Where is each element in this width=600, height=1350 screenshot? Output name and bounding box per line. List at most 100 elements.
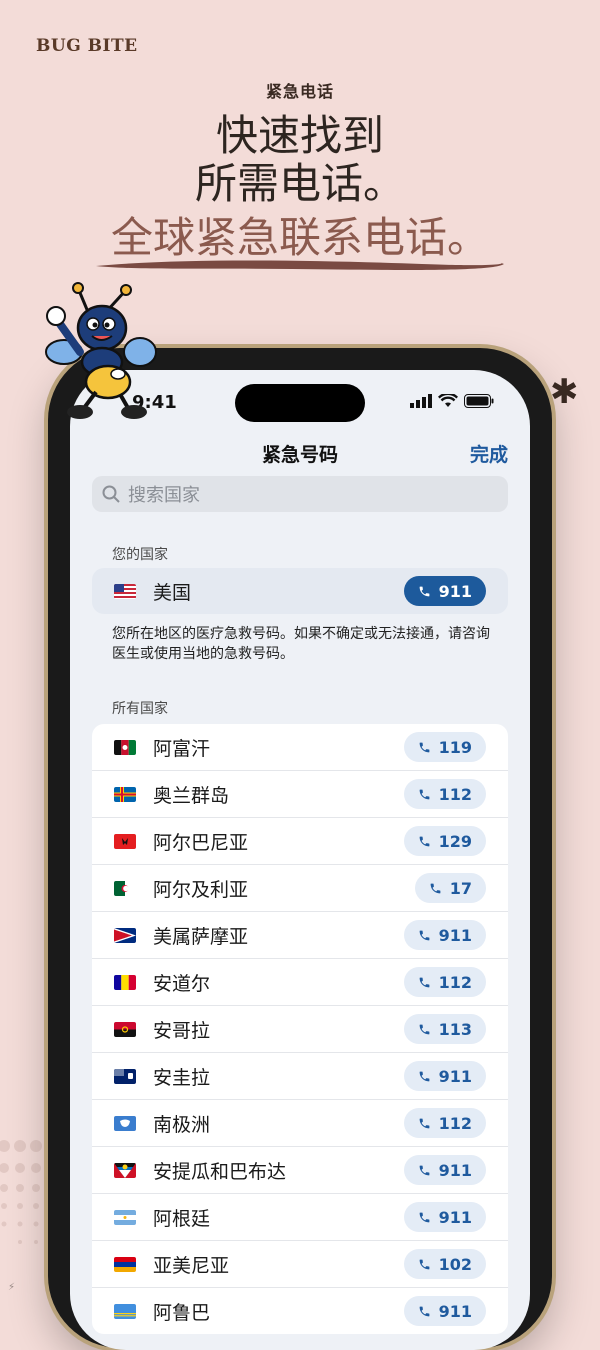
country-name: 安提瓜和巴布达 [153,1160,287,1183]
brand-logo: BUG BITE [36,36,138,56]
flag-ar-icon [114,1209,136,1225]
hero-eyebrow: 紧急电话 [265,82,334,101]
phone-icon [419,1024,429,1034]
call-button[interactable]: 112 [403,779,486,809]
call-button[interactable]: 102 [403,1249,486,1279]
country-name: 阿根廷 [153,1207,211,1230]
flag-us-icon [114,583,136,599]
phone-icon [419,1306,429,1316]
emergency-number: 911 [438,1160,472,1180]
phone-icon [419,1118,429,1128]
country-name: 亚美尼亚 [153,1254,230,1277]
your-country-card: 美国 911 [92,568,508,614]
phone-icon [419,789,429,799]
country-name: 奥兰群岛 [153,784,230,807]
call-button[interactable]: 112 [403,1108,486,1138]
flag-af-icon [114,739,136,755]
country-name: 阿尔巴尼亚 [153,831,249,854]
call-button[interactable]: 911 [403,1296,486,1326]
wifi-icon [438,394,458,407]
call-button[interactable]: 911 [403,576,486,606]
phone-side-button [552,680,556,800]
country-row[interactable]: 安哥拉 113 [92,1006,508,1053]
headline-underline-decoration [96,260,504,270]
call-button[interactable]: 112 [403,967,486,997]
call-button[interactable]: 911 [403,920,486,950]
asterisk-decoration: ✱ [550,372,579,412]
emergency-number: 113 [438,1019,472,1039]
country-list: 阿富汗 119 奥兰群岛 112 阿尔巴尼亚 129 阿尔及利亚 17 美属萨摩亚 911 安道尔 1… [92,724,508,1334]
emergency-number: 911 [438,1066,472,1086]
country-row[interactable]: 奥兰群岛 112 [92,771,508,818]
country-name: 南极洲 [153,1113,211,1136]
emergency-number: 17 [449,878,472,898]
emergency-number: 112 [438,972,472,992]
flag-al-icon [114,833,136,849]
country-row[interactable]: 美属萨摩亚 911 [92,912,508,959]
emergency-number: 112 [438,784,472,804]
search-field[interactable]: 搜索国家 [92,476,508,512]
emergency-number: 119 [438,737,472,757]
phone-icon [419,1259,429,1269]
done-button[interactable]: 完成 [470,440,508,467]
search-icon [102,485,120,503]
emergency-number: 102 [438,1254,472,1274]
emergency-number: 112 [438,1113,472,1133]
emergency-number: 911 [438,925,472,945]
call-button[interactable]: 129 [403,826,486,856]
flag-am-icon [114,1256,136,1272]
signal-icon [410,394,432,408]
flag-aq-icon [114,1115,136,1131]
flag-ax-icon [114,786,136,802]
country-row[interactable]: 亚美尼亚 102 [92,1241,508,1288]
country-row[interactable]: 阿尔巴尼亚 129 [92,818,508,865]
country-row[interactable]: 安道尔 112 [92,959,508,1006]
bolt-icon: ⚡ [8,1282,16,1293]
country-name: 阿鲁巴 [153,1301,211,1324]
call-button[interactable]: 911 [403,1202,486,1232]
battery-icon [464,394,494,408]
dynamic-island [235,384,365,422]
emergency-number: 129 [438,831,472,851]
flag-ad-icon [114,974,136,990]
country-row[interactable]: 美国 911 [92,568,508,614]
country-name: 安圭拉 [153,1066,211,1089]
phone-icon [419,977,429,987]
call-button[interactable]: 911 [403,1155,486,1185]
country-row[interactable]: 安圭拉 911 [92,1053,508,1100]
flag-aw-icon [114,1303,136,1319]
emergency-number: 911 [438,581,472,601]
country-name: 阿尔及利亚 [153,878,249,901]
bug-mascot-illustration [45,282,157,419]
phone-icon [430,883,441,893]
phone-icon [419,836,429,846]
country-name: 美属萨摩亚 [153,925,249,948]
flag-ag-icon [114,1162,136,1178]
country-row[interactable]: 阿富汗 119 [92,724,508,771]
section-label-all-countries: 所有国家 [112,701,168,717]
country-name: 美国 [153,581,192,604]
search-placeholder: 搜索国家 [128,485,200,506]
phone-icon [419,586,429,596]
phone-screen: 9:41 紧急号码 完成 搜索国家 您的国家 美国 911 您所在地区的医疗急救… [70,370,530,1350]
flag-ai-icon [114,1068,136,1084]
country-row[interactable]: 阿根廷 911 [92,1194,508,1241]
section-label-your-country: 您的国家 [112,547,168,563]
country-row[interactable]: 阿尔及利亚 17 [92,865,508,912]
country-row[interactable]: 安提瓜和巴布达 911 [92,1147,508,1194]
call-button[interactable]: 911 [403,1061,486,1091]
hero-headline-line2: 所需电话。 [194,159,405,208]
country-row[interactable]: 阿鲁巴 911 [92,1288,508,1334]
country-name: 阿富汗 [153,737,211,760]
phone-icon [419,1071,429,1081]
country-row[interactable]: 南极洲 112 [92,1100,508,1147]
call-button[interactable]: 119 [403,732,486,762]
hero-headline-line1: 快速找到 [215,111,384,160]
emergency-number: 911 [438,1207,472,1227]
call-button[interactable]: 113 [403,1014,486,1044]
country-name: 安哥拉 [153,1019,211,1042]
flag-dz-icon [114,880,136,896]
flag-ao-icon [114,1021,136,1037]
call-button[interactable]: 17 [414,873,486,903]
phone-icon [419,1165,429,1175]
